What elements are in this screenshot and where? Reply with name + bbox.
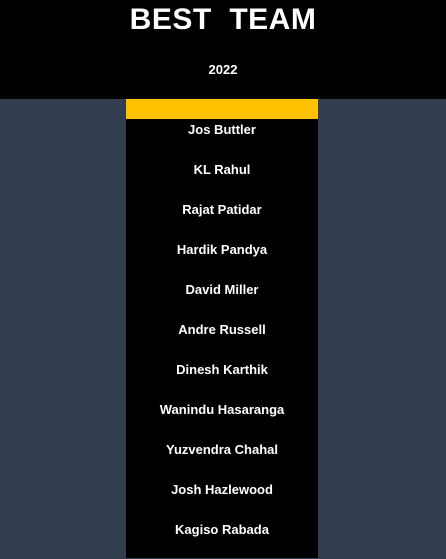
player-row: Kagiso Rabada (175, 522, 269, 537)
header-banner: BEST TEAM 2022 (0, 0, 446, 99)
player-row: Wanindu Hasaranga (159, 402, 285, 417)
player-list: Jos Buttler KL Rahul Rajat Patidar Hardi… (126, 119, 318, 559)
player-row: Jos Buttler (188, 122, 256, 137)
player-row: Hardik Pandya (176, 242, 268, 257)
accent-bar (126, 99, 318, 119)
year-label: 2022 (208, 62, 238, 77)
player-row: David Miller (185, 282, 259, 297)
team-list-panel: Jos Buttler KL Rahul Rajat Patidar Hardi… (126, 99, 318, 558)
player-row: Andre Russell (178, 322, 266, 337)
player-row: KL Rahul (193, 162, 251, 177)
player-row: Yuzvendra Chahal (166, 442, 278, 457)
player-row: Josh Hazlewood (171, 482, 273, 497)
page-title: BEST TEAM (129, 3, 317, 36)
player-row: Dinesh Karthik (176, 362, 268, 377)
player-row: Rajat Patidar (182, 202, 262, 217)
